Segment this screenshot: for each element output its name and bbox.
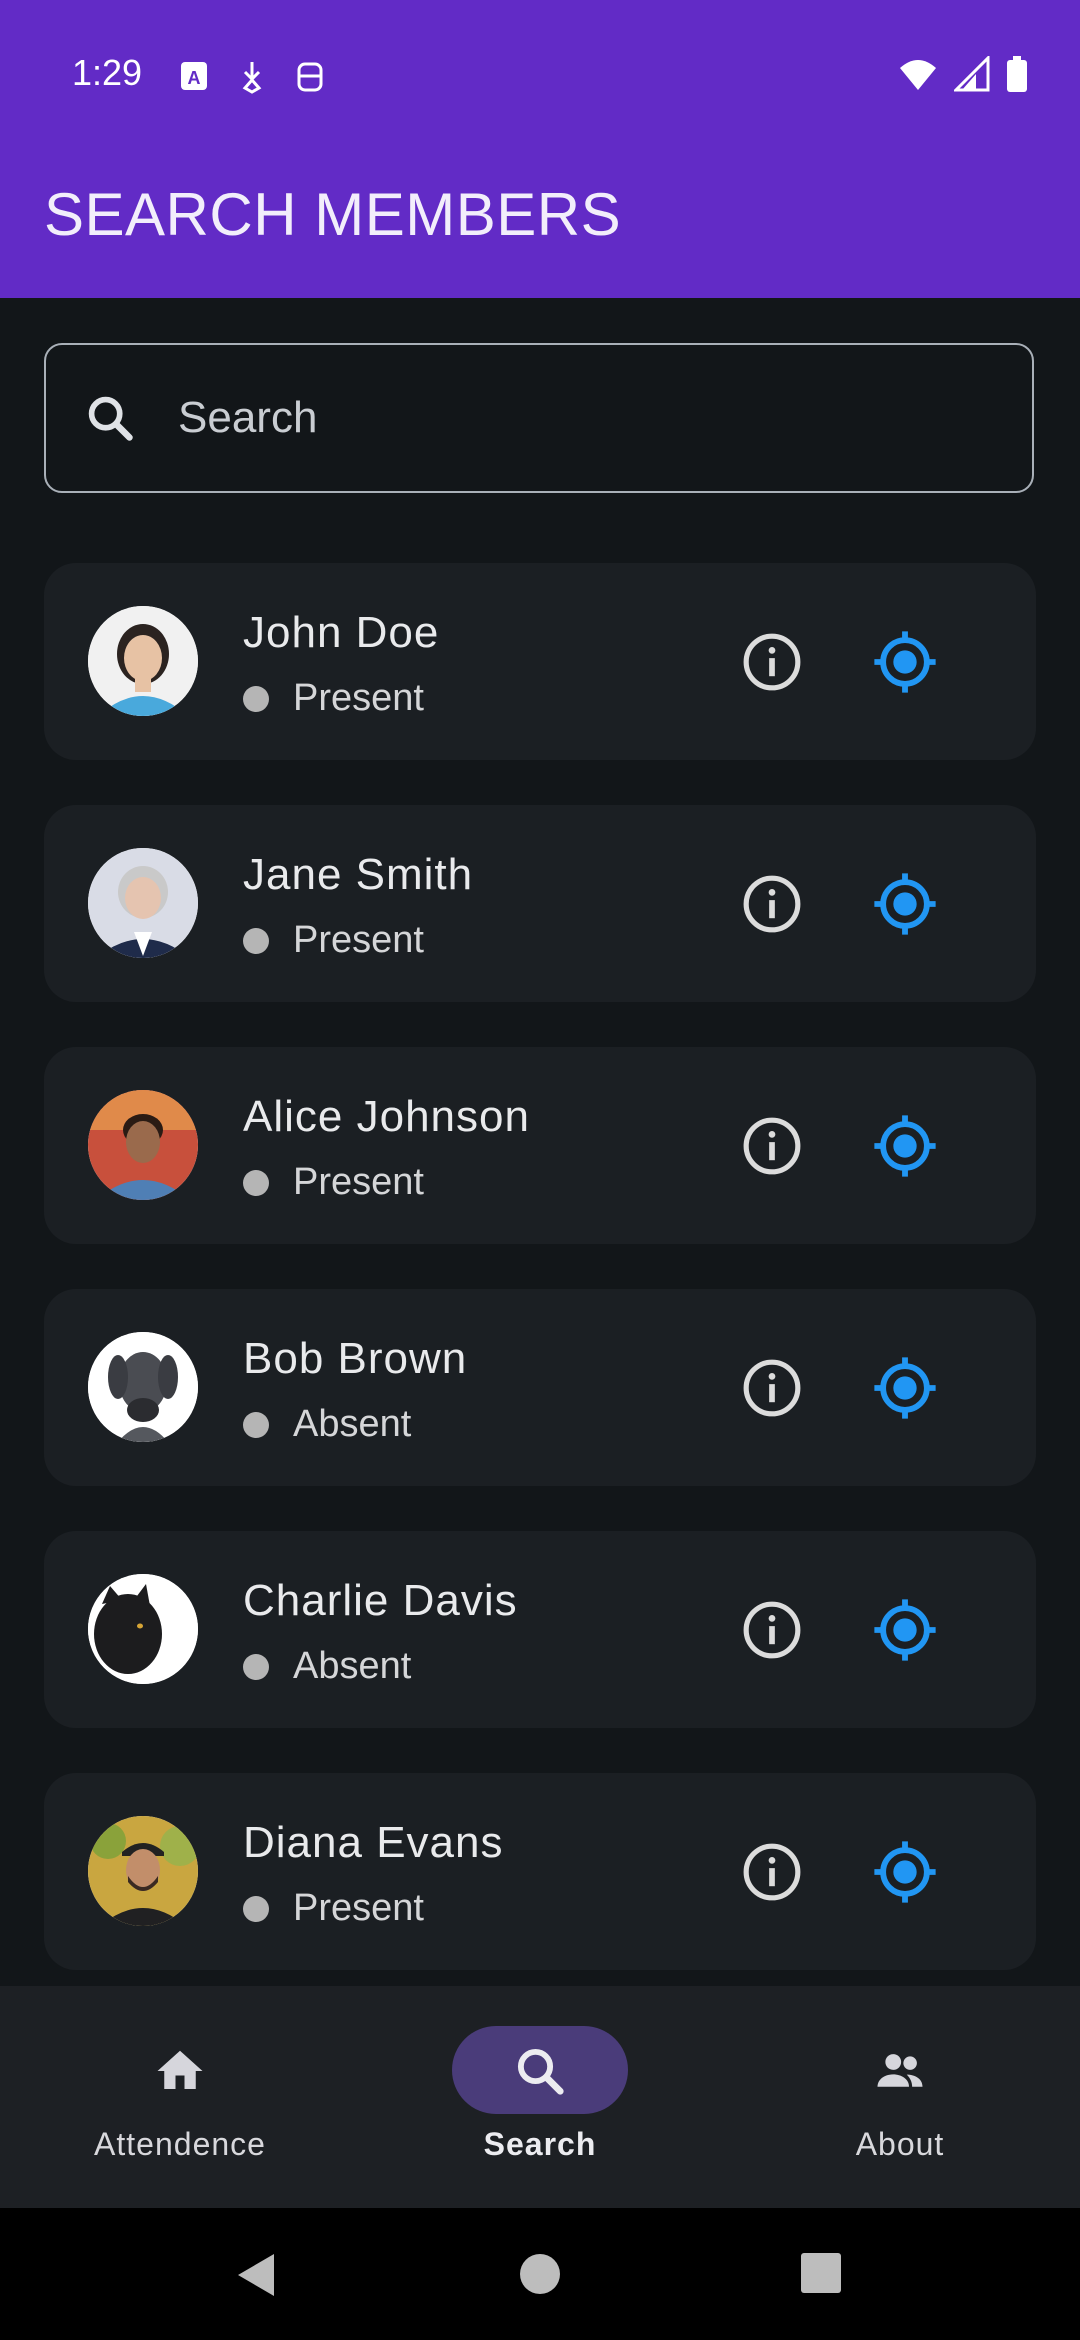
member-name: John Doe [243, 608, 440, 657]
member-card[interactable]: John Doe Present [44, 563, 1036, 760]
status-label: Present [293, 1887, 424, 1929]
people-icon [877, 2054, 923, 2087]
member-name: Charlie Davis [243, 1576, 518, 1625]
text-a-icon: A [181, 62, 207, 90]
status-dot [243, 1411, 269, 1438]
info-icon[interactable] [741, 1115, 803, 1177]
member-card[interactable]: Charlie Davis Absent [44, 1531, 1036, 1728]
nav-label: Attendence [94, 2126, 266, 2162]
search-icon [517, 2048, 564, 2095]
notification-icons: A [178, 58, 326, 94]
avatar [88, 1090, 198, 1200]
status-label: Present [293, 677, 424, 719]
member-name: Jane Smith [243, 850, 474, 899]
battery-icon [1007, 56, 1027, 92]
status-dot [243, 1895, 269, 1922]
avatar [88, 606, 198, 716]
info-icon[interactable] [741, 1357, 803, 1419]
status-label: Absent [293, 1403, 412, 1445]
signal-icon [954, 56, 990, 92]
avatar [88, 1574, 198, 1684]
status-label: Absent [293, 1645, 412, 1687]
status-label: Present [293, 1161, 424, 1203]
status-dot [243, 685, 269, 712]
search-icon [88, 396, 133, 441]
status-bar: 1:29 A [0, 0, 1080, 150]
system-icons [898, 56, 1028, 92]
search-input[interactable] [176, 392, 1032, 444]
member-status: Absent [243, 1403, 411, 1446]
tv-icon [297, 62, 323, 92]
recents-icon[interactable] [800, 2252, 842, 2294]
system-navigation-bar [0, 2208, 1080, 2340]
status-dot [243, 1653, 269, 1680]
member-card[interactable]: Jane Smith Present [44, 805, 1036, 1002]
status-label: Present [293, 919, 424, 961]
locate-icon[interactable] [870, 1837, 940, 1907]
member-name: Bob Brown [243, 1334, 468, 1383]
info-icon[interactable] [741, 1841, 803, 1903]
svg-text:A: A [188, 68, 201, 88]
info-icon[interactable] [741, 1599, 803, 1661]
locate-icon[interactable] [870, 1595, 940, 1665]
avatar [88, 848, 198, 958]
avatar [88, 1816, 198, 1926]
status-time: 1:29 [72, 52, 143, 93]
avatar [88, 1332, 198, 1442]
member-status: Absent [243, 1645, 411, 1688]
nav-label: About [855, 2126, 945, 2162]
nav-item-attendence[interactable]: Attendence [0, 1986, 360, 2208]
status-dot [243, 927, 269, 954]
page-title: SEARCH MEMBERS [44, 181, 622, 248]
bottom-navigation: Attendence Search About [0, 1986, 1080, 2208]
app-bar: 1:29 A SEARCH MEMBERS [0, 0, 1080, 298]
download-icon [242, 62, 262, 94]
member-card[interactable]: Diana Evans Present [44, 1773, 1036, 1970]
member-status: Present [243, 1887, 424, 1930]
home-circle-icon[interactable] [518, 2252, 562, 2296]
member-list: John Doe Present Jane Smith Present Alic… [44, 563, 1036, 2015]
nav-item-about[interactable]: About [720, 1986, 1080, 2208]
member-status: Present [243, 919, 424, 962]
nav-label: Search [483, 2126, 597, 2162]
locate-icon[interactable] [870, 1353, 940, 1423]
member-name: Diana Evans [243, 1818, 504, 1867]
locate-icon[interactable] [870, 869, 940, 939]
info-icon[interactable] [741, 631, 803, 693]
back-icon[interactable] [234, 2252, 278, 2298]
wifi-icon [900, 60, 936, 90]
locate-icon[interactable] [870, 1111, 940, 1181]
member-status: Present [243, 677, 424, 720]
nav-item-search[interactable]: Search [360, 1986, 720, 2208]
member-card[interactable]: Bob Brown Absent [44, 1289, 1036, 1486]
member-name: Alice Johnson [243, 1092, 530, 1141]
search-field[interactable] [44, 343, 1034, 493]
info-icon[interactable] [741, 873, 803, 935]
locate-icon[interactable] [870, 627, 940, 697]
status-dot [243, 1169, 269, 1196]
member-status: Present [243, 1161, 424, 1204]
member-card[interactable]: Alice Johnson Present [44, 1047, 1036, 1244]
home-icon [157, 2050, 203, 2089]
